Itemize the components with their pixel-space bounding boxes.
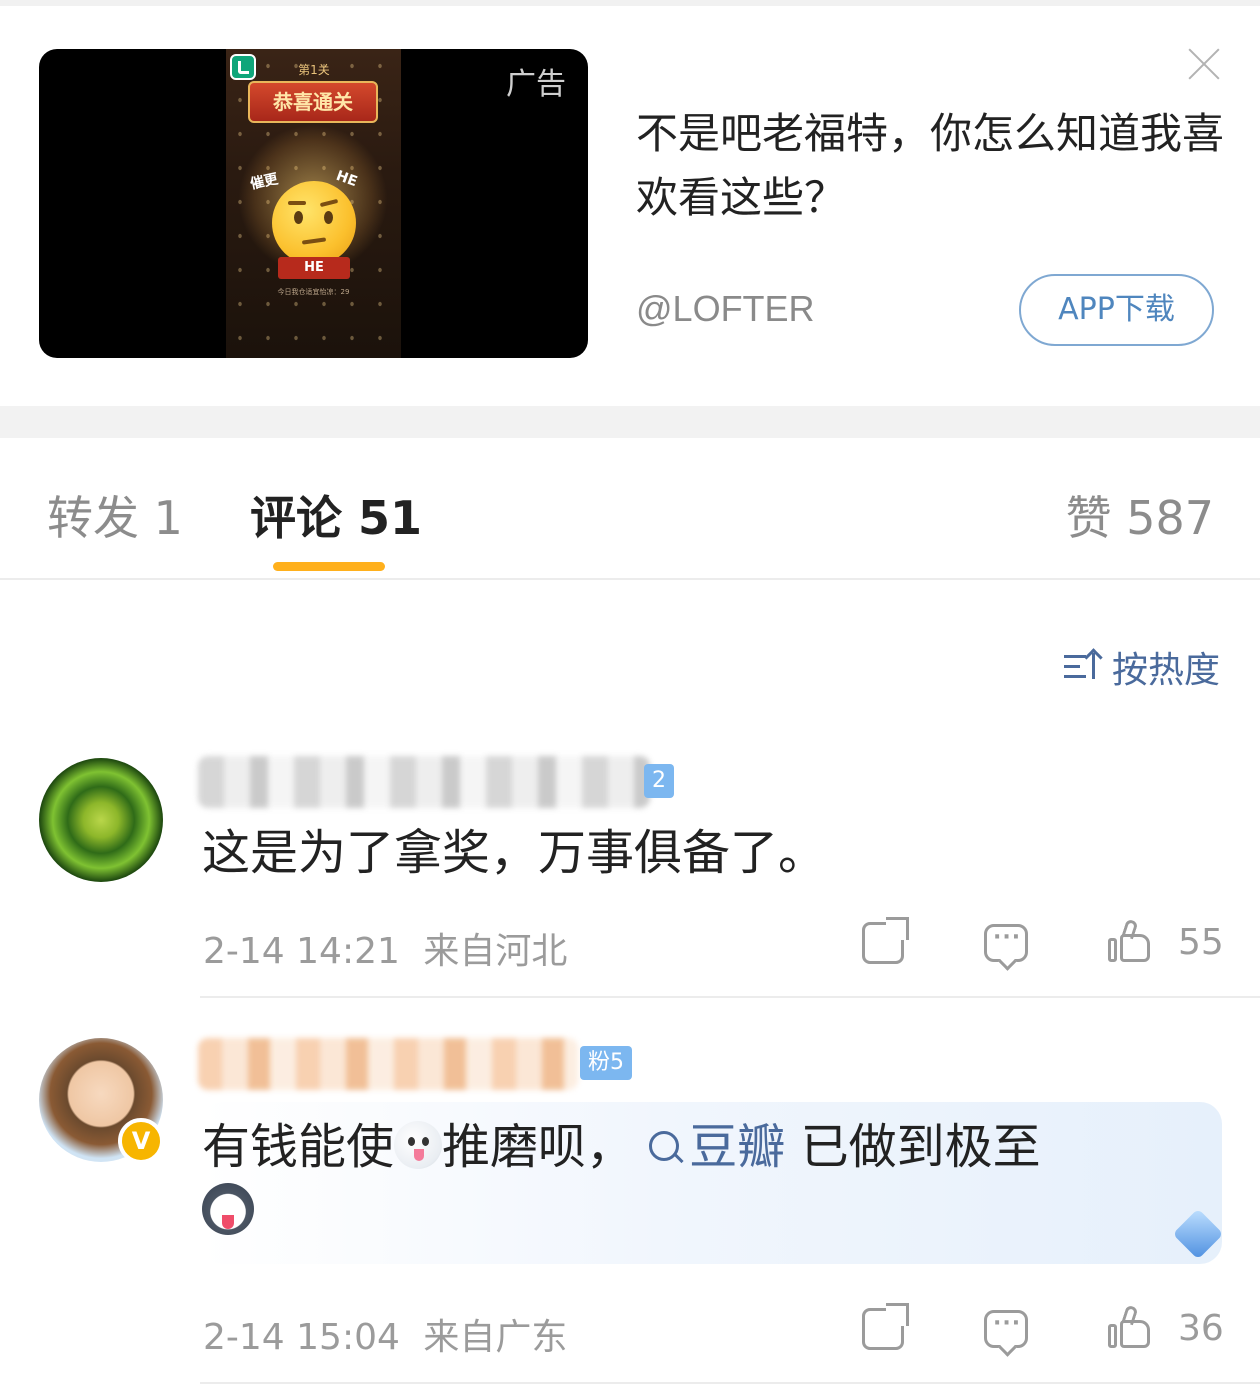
comment-text-part: 有钱能使 (202, 1119, 395, 1175)
sort-label: 按热度 (1111, 650, 1220, 691)
comment-time: 2-14 14:21 (203, 931, 400, 972)
reply-icon[interactable] (984, 924, 1028, 962)
like-count: 55 (1178, 922, 1224, 963)
ghost-emoji-icon (394, 1121, 443, 1169)
tab-comments[interactable]: 评论 51 (250, 482, 422, 548)
thinking-face-icon (272, 181, 356, 265)
comment-meta: 2-14 15:04 来自广东 (203, 1308, 567, 1360)
topic-link-douban[interactable]: 豆瓣 (649, 1119, 785, 1175)
ad-label: 广告 (506, 67, 566, 102)
comment-location: 来自河北 (423, 931, 568, 972)
husky-emoji-icon (202, 1183, 254, 1235)
comment-text[interactable]: 这是为了拿奖，万事俱备了。 (202, 820, 826, 886)
avatar[interactable] (39, 758, 163, 882)
search-icon (649, 1131, 680, 1161)
comment-divider (200, 996, 1260, 998)
sort-by-hot-button[interactable]: 按热度 (1063, 642, 1220, 692)
ad-subtext: 今日我仓适宜怡凉：29 (277, 288, 350, 296)
lofter-logo-icon (230, 54, 256, 80)
tab-repost[interactable]: 转发 1 (47, 482, 183, 548)
section-gap (0, 406, 1260, 438)
app-download-button[interactable]: APP下载 (1019, 274, 1214, 346)
share-icon[interactable] (862, 917, 909, 964)
ad-game-screenshot: 第1关 恭喜通关 催更 HE HE 今日我仓适宜怡凉：29 (226, 49, 401, 358)
like-icon[interactable] (1108, 918, 1152, 964)
tab-likes[interactable]: 赞 587 (1066, 482, 1214, 548)
comment-divider (200, 1382, 1260, 1384)
fan-badge: 粉5 (580, 1046, 632, 1080)
topic-label: 豆瓣 (689, 1119, 786, 1175)
verified-icon: V (118, 1118, 164, 1164)
username-blurred[interactable] (198, 1038, 578, 1090)
share-icon[interactable] (862, 1303, 909, 1350)
fan-badge: 2 (644, 764, 674, 798)
like-count: 36 (1178, 1308, 1224, 1349)
comment-location: 来自广东 (423, 1317, 568, 1358)
tab-bar: 转发 1 评论 51 赞 587 (0, 438, 1260, 580)
comment-meta: 2-14 14:21 来自河北 (203, 922, 567, 974)
ad-card[interactable]: 第1关 恭喜通关 催更 HE HE 今日我仓适宜怡凉：29 广告 不是吧老福特，… (0, 6, 1260, 406)
ad-title[interactable]: 不是吧老福特，你怎么知道我喜欢看这些？ (636, 102, 1236, 230)
ad-video-thumbnail[interactable]: 第1关 恭喜通关 催更 HE HE 今日我仓适宜怡凉：29 广告 (39, 49, 588, 358)
close-icon[interactable] (1186, 46, 1222, 82)
ad-level-label: 第1关 (298, 63, 330, 77)
active-tab-indicator (273, 562, 385, 571)
reply-icon[interactable] (984, 1310, 1028, 1348)
comment-text-part: 已做到极至 (785, 1119, 1041, 1175)
like-icon[interactable] (1108, 1304, 1152, 1350)
comment-text[interactable]: 有钱能使 推磨呗， 豆瓣 已做到极至 (202, 1114, 1192, 1246)
ad-source[interactable]: @LOFTER (636, 288, 815, 330)
ad-banner: 恭喜通关 (248, 81, 378, 123)
comment-text-part: 推磨呗， (442, 1119, 635, 1175)
sort-icon (1063, 649, 1104, 685)
comment-time: 2-14 15:04 (203, 1317, 400, 1358)
ad-he-button: HE (278, 257, 350, 279)
username-blurred[interactable] (198, 756, 650, 808)
